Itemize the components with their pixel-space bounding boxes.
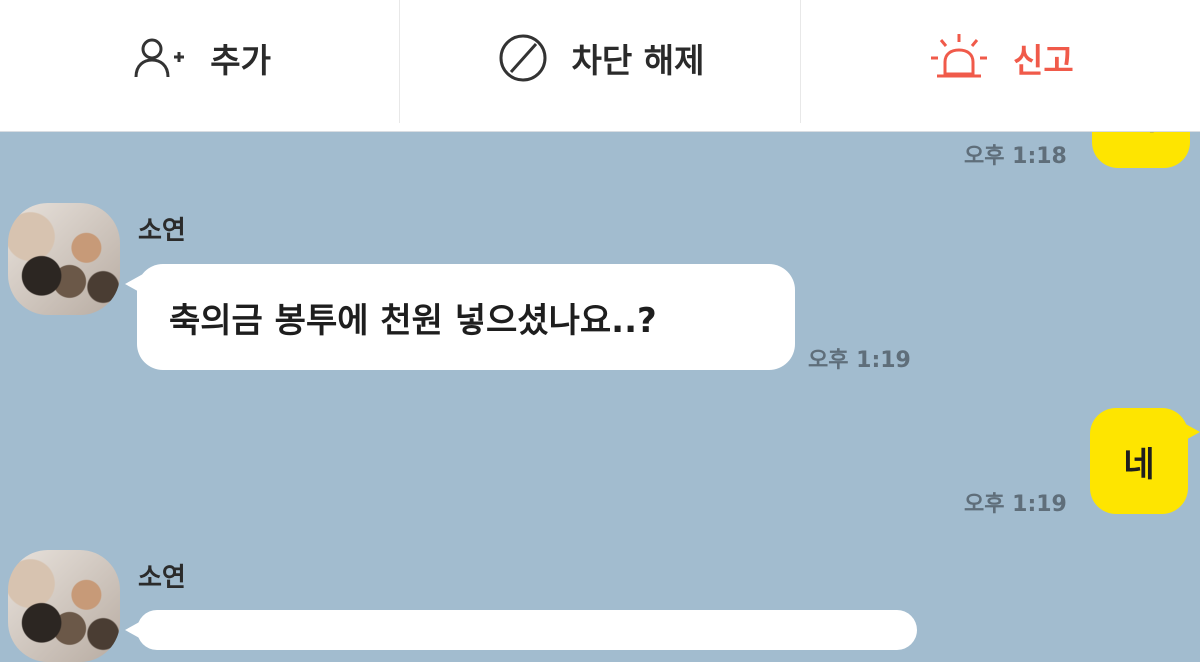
sender-name: 소연 <box>138 563 186 593</box>
their-message-bubble[interactable]: 축의금 봉투에 천원 넣으셨나요..? <box>125 264 795 370</box>
message-text: 네 <box>1123 444 1155 485</box>
chat-action-bar: 추가 차단 해제 신고 <box>0 0 1200 132</box>
avatar[interactable] <box>8 203 120 315</box>
message-time: 오후 1:19 <box>964 492 1067 517</box>
sender-name: 소연 <box>138 216 186 246</box>
message-text: 축의금 봉투에 천원 넣으셨나요..? <box>169 300 657 341</box>
report-label: 신고 <box>1012 40 1074 80</box>
their-message-bubble[interactable] <box>125 610 917 650</box>
bubble-tail <box>125 620 143 640</box>
my-message-bubble[interactable]: 네 <box>1090 408 1200 514</box>
add-friend-label: 추가 <box>210 40 272 80</box>
unblock-button[interactable]: 차단 해제 <box>400 0 801 123</box>
bubble-tail <box>1182 422 1200 442</box>
message-time: 오후 1:18 <box>964 144 1067 169</box>
add-friend-icon <box>128 33 188 83</box>
add-friend-button[interactable]: 추가 <box>0 0 401 123</box>
siren-icon <box>927 30 991 86</box>
avatar[interactable] <box>8 550 120 662</box>
unblock-icon <box>496 31 550 85</box>
message-time: 오후 1:19 <box>808 348 911 373</box>
unblock-label: 차단 해제 <box>571 40 705 80</box>
bubble-tail <box>125 274 143 294</box>
report-button[interactable]: 신고 <box>801 0 1200 123</box>
